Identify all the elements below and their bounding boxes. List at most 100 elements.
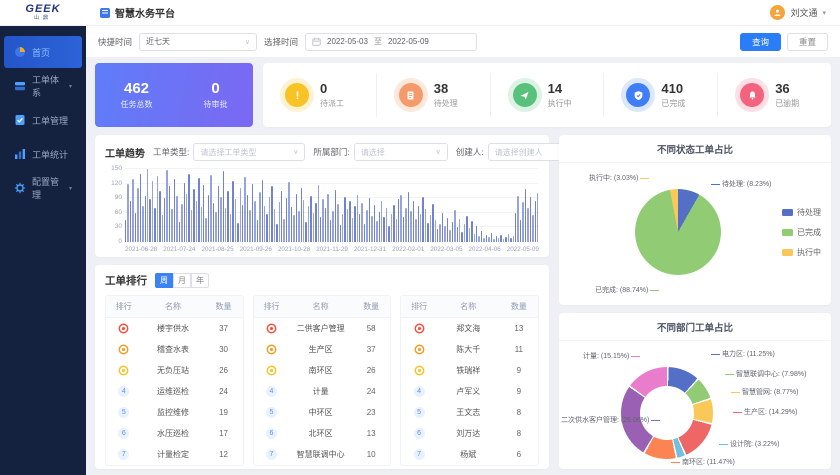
bar[interactable] [174, 179, 175, 242]
bar[interactable] [388, 226, 389, 242]
bar[interactable] [498, 238, 499, 242]
bar[interactable] [127, 184, 128, 242]
bar[interactable] [254, 201, 255, 242]
bar[interactable] [420, 214, 421, 242]
bar[interactable] [439, 224, 440, 242]
bar[interactable] [259, 192, 260, 242]
bar[interactable] [298, 211, 299, 242]
bar[interactable] [366, 210, 367, 242]
bar[interactable] [176, 196, 177, 242]
filter-select[interactable]: 请选择工单类型∨ [193, 143, 305, 161]
sidebar-item-tasks[interactable]: 工单管理 [4, 104, 82, 136]
reset-button[interactable]: 重置 [787, 33, 828, 51]
sidebar-item-layers[interactable]: 工单体系▾ [4, 70, 82, 102]
bar[interactable] [435, 220, 436, 242]
bar[interactable] [327, 194, 328, 242]
bar[interactable] [532, 215, 533, 242]
bar[interactable] [157, 176, 158, 242]
bar[interactable] [478, 236, 479, 242]
table-row[interactable]: 4卢军义9 [401, 381, 538, 402]
bar[interactable] [491, 233, 492, 242]
bar[interactable] [344, 197, 345, 242]
bar[interactable] [184, 183, 185, 242]
bar[interactable] [325, 208, 326, 242]
bar[interactable] [166, 170, 167, 242]
bar[interactable] [369, 198, 370, 242]
bar[interactable] [361, 203, 362, 242]
bar[interactable] [522, 202, 523, 242]
bar[interactable] [159, 191, 160, 242]
bar[interactable] [149, 199, 150, 242]
quick-time-select[interactable]: 近七天 ∨ [139, 33, 257, 51]
bar[interactable] [530, 197, 531, 242]
bar[interactable] [437, 229, 438, 242]
bar[interactable] [466, 216, 467, 242]
bar[interactable] [145, 196, 146, 242]
bar[interactable] [510, 238, 511, 242]
table-row[interactable]: 生产区37 [254, 339, 391, 360]
bar[interactable] [505, 237, 506, 242]
table-row[interactable]: 7计量检定12 [106, 444, 243, 465]
bar[interactable] [271, 186, 272, 242]
bar[interactable] [469, 228, 470, 242]
bar[interactable] [500, 235, 501, 242]
avatar[interactable] [770, 5, 785, 20]
bar[interactable] [461, 232, 462, 242]
bar[interactable] [291, 207, 292, 242]
bar[interactable] [449, 230, 450, 242]
bar[interactable] [415, 219, 416, 242]
sidebar-item-gear[interactable]: 配置管理▾ [4, 172, 82, 204]
bar[interactable] [432, 204, 433, 242]
bar[interactable] [486, 235, 487, 242]
bar[interactable] [274, 209, 275, 242]
bar[interactable] [381, 201, 382, 242]
bar[interactable] [244, 177, 245, 242]
table-row[interactable]: 7智慧联调中心10 [254, 444, 391, 465]
bar[interactable] [400, 195, 401, 242]
bar[interactable] [357, 195, 358, 242]
legend-item[interactable]: 已完成 [782, 227, 821, 238]
ranking-tab-周[interactable]: 周 [155, 273, 173, 288]
bar[interactable] [225, 208, 226, 242]
bar[interactable] [318, 185, 319, 242]
bar[interactable] [349, 201, 350, 242]
bar[interactable] [188, 174, 189, 242]
bar[interactable] [210, 175, 211, 242]
ranking-tab-年[interactable]: 年 [191, 273, 209, 288]
bar[interactable] [405, 208, 406, 242]
bar[interactable] [132, 179, 133, 242]
bar[interactable] [320, 217, 321, 242]
bar[interactable] [252, 184, 253, 242]
bar[interactable] [218, 186, 219, 242]
bar[interactable] [232, 181, 233, 242]
sidebar-item-chart[interactable]: 工单统计 [4, 138, 82, 170]
bar[interactable] [230, 214, 231, 242]
bar[interactable] [205, 218, 206, 242]
bar[interactable] [474, 234, 475, 242]
bar[interactable] [410, 211, 411, 242]
bar[interactable] [442, 213, 443, 242]
table-row[interactable]: 5监控维修19 [106, 402, 243, 423]
bar[interactable] [276, 224, 277, 242]
bar[interactable] [223, 171, 224, 242]
bar[interactable] [181, 204, 182, 242]
bar[interactable] [332, 211, 333, 242]
bar[interactable] [137, 188, 138, 242]
bar[interactable] [288, 182, 289, 242]
bar[interactable] [342, 214, 343, 242]
bar[interactable] [235, 199, 236, 242]
bar[interactable] [352, 218, 353, 242]
bar[interactable] [508, 234, 509, 242]
bar[interactable] [483, 238, 484, 242]
table-row[interactable]: 二供客户管理58 [254, 318, 391, 339]
bar[interactable] [335, 190, 336, 242]
bar[interactable] [179, 222, 180, 242]
bar[interactable] [147, 169, 148, 242]
bar[interactable] [391, 214, 392, 242]
bar[interactable] [281, 191, 282, 242]
table-row[interactable]: 4计量24 [254, 381, 391, 402]
date-range-picker[interactable]: 2022-05-03 至 2022-05-09 [305, 33, 477, 51]
bar[interactable] [257, 220, 258, 242]
table-row[interactable]: 6刘万达8 [401, 423, 538, 444]
bar[interactable] [374, 205, 375, 242]
